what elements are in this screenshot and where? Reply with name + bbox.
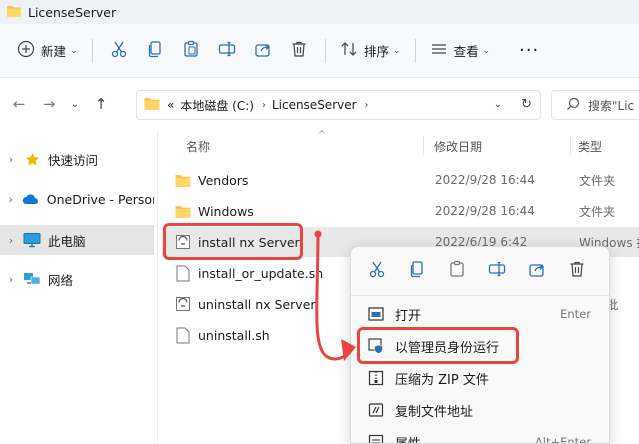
annotation-arrow bbox=[314, 230, 356, 361]
